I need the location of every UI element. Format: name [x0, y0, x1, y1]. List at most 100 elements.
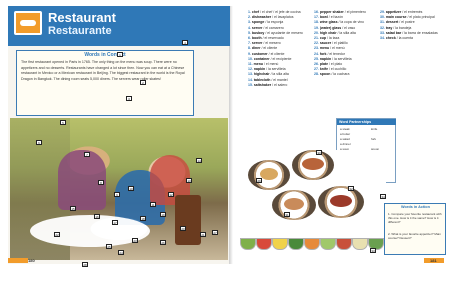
vocab-english: server: [251, 25, 263, 30]
page-number-left: 180: [28, 258, 35, 263]
photo-number-marker: 3: [126, 96, 132, 101]
vocab-spanish: / el camarero: [262, 25, 284, 30]
vocab-english: high chair: [319, 30, 337, 35]
main-course-food: [302, 158, 324, 170]
vocab-spanish: / la silla alta: [336, 30, 356, 35]
appetizer-food: [260, 168, 278, 180]
vocab-spanish: / el mantel: [270, 77, 288, 82]
salad-bowl: [304, 238, 320, 250]
photo-number-marker: 6: [36, 140, 42, 145]
vocab-english: tablecloth: [253, 77, 271, 82]
vocab-item: 15. saltshaker / el salero: [248, 83, 312, 88]
photo-number-marker: 21: [200, 232, 206, 237]
photo-number-marker: 16: [94, 214, 100, 219]
vocab-english: appetizer: [385, 10, 402, 14]
vocab-spanish: / el entremés: [401, 10, 423, 14]
words-in-context-text: The first restaurant opened in Paris in …: [21, 60, 185, 81]
vocab-spanish: / el pimentero: [343, 10, 366, 14]
book-spread: Restaurant Restaurante Words in Context …: [0, 0, 452, 294]
vocab-spanish: / la servilleta: [265, 67, 286, 72]
photo-number-marker: 10: [128, 186, 134, 191]
vocab-spanish: / el chef / el jefe de cocina: [259, 10, 301, 14]
vocab-english: check: [385, 36, 396, 41]
vocab-english: napkin: [253, 67, 266, 72]
vocab-spanish: / el recipiente: [269, 56, 292, 61]
photo-number-marker: 9: [114, 192, 120, 197]
vocab-spanish: / la silla alta: [269, 72, 289, 77]
vocab-english: highchair: [253, 72, 270, 77]
vocab-english: salad bar: [385, 30, 402, 35]
vocab-english: busboy: [251, 30, 265, 35]
salad-bowl: [240, 238, 256, 250]
photo-number-marker: 24: [118, 250, 124, 255]
vocab-spanish: / la taza: [326, 36, 340, 41]
vocab-column-3: 29. appetizer / el entremés 30. main cour…: [380, 10, 444, 41]
salad-bowl: [336, 238, 352, 250]
page-footer-bar: [8, 258, 28, 263]
vocab-english: spoon: [319, 72, 331, 77]
photo-number-marker: 1: [117, 52, 123, 57]
vocab-english: main course: [385, 15, 407, 20]
vocab-spanish: / el tazón: [327, 15, 344, 20]
tray-food: [330, 195, 352, 207]
vocab-spanish: / el platillo: [331, 41, 348, 46]
vocab-english: menu: [319, 46, 330, 51]
food-number-marker: 34: [380, 194, 386, 199]
page-subtitle: Restaurante: [48, 25, 112, 37]
food-number-marker: 31: [284, 212, 290, 217]
salad-bowl: [256, 238, 272, 250]
photo-number-marker: 4: [182, 40, 188, 45]
vocab-english: server: [251, 41, 263, 46]
partnership-right: fork: [371, 137, 377, 141]
photo-number-marker: 18: [140, 216, 146, 221]
vocab-column-2: 16. pepper shaker / el pimentero 17. bowl…: [314, 10, 378, 78]
vocab-spanish: / el reservado: [261, 36, 284, 41]
photo-number-marker: 15: [70, 206, 76, 211]
vocab-english: dessert: [385, 20, 399, 25]
vocab-english: plate: [319, 62, 329, 67]
vocab-spanish: / el menú: [329, 46, 345, 51]
photo-number-marker: 27: [212, 230, 218, 235]
partnership-left: a steak: [340, 127, 350, 131]
vocab-spanish: / la bandeja: [392, 25, 412, 30]
photo-number-marker: 11: [150, 202, 156, 207]
photo-number-marker: 19: [160, 212, 166, 217]
vocab-spanish: / el mesero: [262, 41, 281, 46]
vocab-spanish: / el menú: [263, 62, 279, 67]
vocab-english: menu: [253, 62, 263, 67]
partnership-right: knife: [371, 127, 378, 131]
words-in-context-heading: Words in Context: [84, 52, 126, 58]
partnership-left: a dinner: [340, 142, 351, 146]
photo-number-marker: 8: [98, 180, 104, 185]
photo-number-marker: 13: [186, 178, 192, 183]
vocab-spanish: / la cuenta: [395, 36, 413, 41]
vocab-english: (water) glass: [319, 25, 342, 30]
vocab-english: wine glass: [319, 20, 338, 25]
photo-number-marker: 25: [106, 244, 112, 249]
words-in-action-heading: Words in Action: [401, 205, 430, 209]
action-item: 2. What is your favorite appetizer? Main…: [388, 232, 441, 241]
salad-bowl: [352, 238, 368, 250]
food-number-marker: 30: [316, 150, 322, 155]
vocab-item: 34. check / la cuenta: [380, 36, 444, 41]
vocab-english: dishwasher: [251, 15, 272, 20]
vocab-english: booth: [251, 36, 262, 41]
photo-chair: [175, 195, 201, 245]
vocab-english: pepper shaker: [319, 10, 344, 14]
salad-bowl: [320, 238, 336, 250]
salad-bowl: [288, 238, 304, 250]
vocab-spanish: / la servilleta: [331, 56, 352, 61]
photo-number-marker: 7: [84, 152, 90, 157]
vocab-spanish: / el plato principal: [406, 15, 435, 20]
vocab-spanish: / el tenedor: [326, 51, 345, 56]
vocab-spanish: / el vaso: [341, 25, 356, 30]
photo-number-marker: 26: [160, 240, 166, 245]
page-title: Restaurant: [48, 10, 116, 25]
photo-number-marker: 2: [140, 80, 146, 85]
vocab-spanish: / el lavaplatos: [271, 15, 294, 20]
vocab-spanish: / el ayudante de mesero: [264, 30, 303, 35]
vocab-spanish: / el cliente: [260, 46, 278, 51]
page-number-right: 181: [430, 258, 437, 263]
vocab-item: 28. spoon / la cuchara: [314, 72, 378, 77]
word-partnerships-heading: Word Partnerships: [337, 119, 396, 125]
